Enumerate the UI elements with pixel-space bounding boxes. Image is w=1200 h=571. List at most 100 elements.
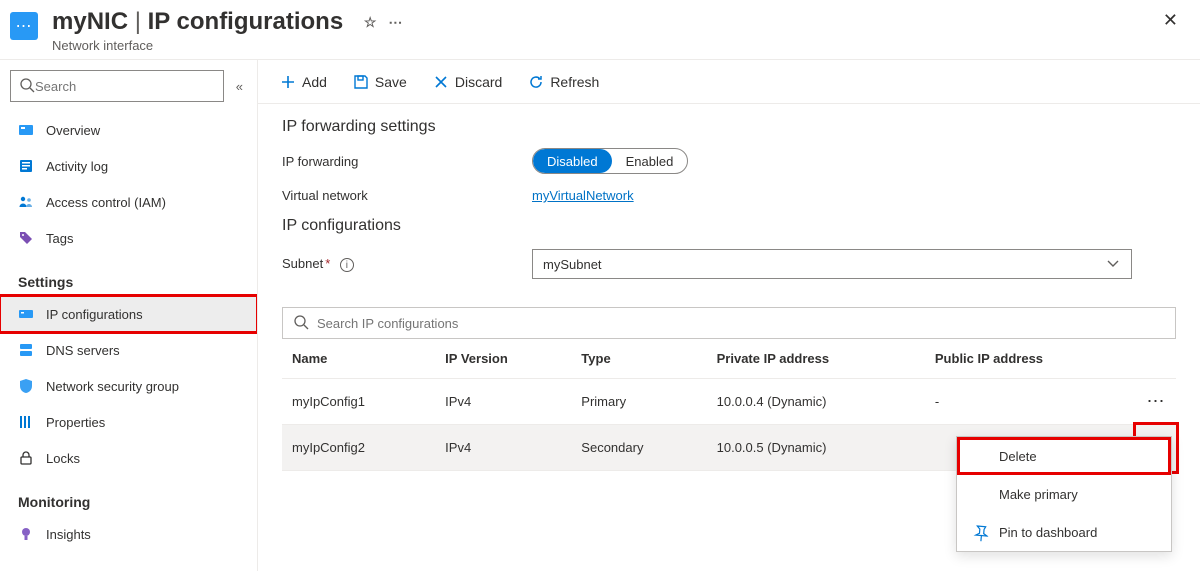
sidebar-nav[interactable]: Overview Activity log Access control (IA… xyxy=(0,112,257,571)
sidebar-item-label: Insights xyxy=(46,527,91,542)
pin-icon xyxy=(973,524,989,540)
context-item-label: Make primary xyxy=(999,487,1078,502)
dns-icon xyxy=(18,342,34,358)
sidebar-item-label: DNS servers xyxy=(46,343,120,358)
more-icon[interactable]: ⋯ xyxy=(388,14,402,31)
subnet-value: mySubnet xyxy=(543,257,602,272)
virtual-network-link[interactable]: myVirtualNetwork xyxy=(532,188,634,203)
page-title: myNIC | IP configurations ☆ ⋯ xyxy=(52,8,402,36)
sidebar-item-activity-log[interactable]: Activity log xyxy=(0,148,257,184)
subnet-dropdown[interactable]: mySubnet xyxy=(532,249,1132,279)
cell-name: myIpConfig2 xyxy=(282,425,435,471)
sidebar-item-insights[interactable]: Insights xyxy=(0,516,257,552)
col-type[interactable]: Type xyxy=(571,339,706,379)
col-private[interactable]: Private IP address xyxy=(707,339,925,379)
resource-name: myNIC xyxy=(52,8,128,35)
close-icon[interactable]: ✕ xyxy=(1159,8,1182,33)
favorite-star-icon[interactable]: ☆ xyxy=(364,14,377,31)
main-pane: Add Save Discard Refresh xyxy=(258,60,1200,571)
sidebar-item-label: Locks xyxy=(46,451,80,466)
sidebar-item-label: IP configurations xyxy=(46,307,143,322)
virtual-network-label: Virtual network xyxy=(282,188,532,203)
row-context-menu: Delete Make primary Pin to dashboard xyxy=(956,436,1172,552)
ip-forwarding-toggle[interactable]: Disabled Enabled xyxy=(532,148,688,174)
sidebar-item-dns-servers[interactable]: DNS servers xyxy=(0,332,257,368)
search-icon xyxy=(19,77,35,96)
sidebar-item-locks[interactable]: Locks xyxy=(0,440,257,476)
search-icon xyxy=(293,314,309,333)
shield-icon xyxy=(18,378,34,394)
sidebar-item-tags[interactable]: Tags xyxy=(0,220,257,256)
plus-icon xyxy=(280,74,296,90)
cell-private: 10.0.0.4 (Dynamic) xyxy=(707,379,925,425)
cell-public: - xyxy=(925,379,1136,425)
ipconfig-search[interactable] xyxy=(282,307,1176,339)
resource-icon: ⋯ xyxy=(10,12,38,40)
cell-version: IPv4 xyxy=(435,379,571,425)
info-icon[interactable]: i xyxy=(340,258,354,272)
subnet-label: Subnet* i xyxy=(282,256,532,273)
collapse-sidebar-icon[interactable]: « xyxy=(232,75,247,98)
button-label: Refresh xyxy=(550,74,599,90)
page-subtitle-heading: IP configurations xyxy=(148,8,344,35)
sidebar-search-input[interactable] xyxy=(35,79,215,94)
ip-configurations-heading: IP configurations xyxy=(282,217,1176,235)
sidebar-item-properties[interactable]: Properties xyxy=(0,404,257,440)
toggle-enabled[interactable]: Enabled xyxy=(612,149,688,173)
sidebar-item-label: Network security group xyxy=(46,379,179,394)
col-public[interactable]: Public IP address xyxy=(925,339,1136,379)
row-more-icon[interactable]: ⋯ xyxy=(1136,379,1176,425)
discard-icon xyxy=(433,74,449,90)
nic-icon xyxy=(18,122,34,138)
insights-icon xyxy=(18,526,34,542)
context-make-primary[interactable]: Make primary xyxy=(957,475,1171,513)
button-label: Save xyxy=(375,74,407,90)
sidebar-item-nsg[interactable]: Network security group xyxy=(0,368,257,404)
resource-type-label: Network interface xyxy=(52,38,402,53)
sidebar-item-access-control[interactable]: Access control (IAM) xyxy=(0,184,257,220)
button-label: Add xyxy=(302,74,327,90)
toggle-disabled[interactable]: Disabled xyxy=(533,149,612,173)
refresh-button[interactable]: Refresh xyxy=(516,68,611,96)
cell-version: IPv4 xyxy=(435,425,571,471)
refresh-icon xyxy=(528,74,544,90)
sidebar: « Overview Activity log Access control (… xyxy=(0,60,258,571)
sidebar-group-settings: Settings xyxy=(0,256,257,296)
cell-type: Primary xyxy=(571,379,706,425)
cell-name: myIpConfig1 xyxy=(282,379,435,425)
sidebar-search[interactable] xyxy=(10,70,224,102)
properties-icon xyxy=(18,414,34,430)
table-row[interactable]: myIpConfig1 IPv4 Primary 10.0.0.4 (Dynam… xyxy=(282,379,1176,425)
cell-private: 10.0.0.5 (Dynamic) xyxy=(707,425,925,471)
col-name[interactable]: Name xyxy=(282,339,435,379)
activity-log-icon xyxy=(18,158,34,174)
sidebar-item-ip-configurations[interactable]: IP configurations xyxy=(0,296,257,332)
context-delete[interactable]: Delete xyxy=(957,437,1171,475)
lock-icon xyxy=(18,450,34,466)
sidebar-group-monitoring: Monitoring xyxy=(0,476,257,516)
button-label: Discard xyxy=(455,74,502,90)
sidebar-item-label: Properties xyxy=(46,415,105,430)
discard-button[interactable]: Discard xyxy=(421,68,514,96)
toolbar: Add Save Discard Refresh xyxy=(258,60,1200,104)
chevron-down-icon xyxy=(1105,255,1121,274)
save-icon xyxy=(353,74,369,90)
ip-forwarding-label: IP forwarding xyxy=(282,154,532,169)
context-item-label: Delete xyxy=(999,449,1037,464)
sidebar-item-label: Access control (IAM) xyxy=(46,195,166,210)
context-pin-to-dashboard[interactable]: Pin to dashboard xyxy=(957,513,1171,551)
ipconfig-icon xyxy=(18,306,34,322)
ip-forwarding-heading: IP forwarding settings xyxy=(282,118,1176,136)
cell-type: Secondary xyxy=(571,425,706,471)
iam-icon xyxy=(18,194,34,210)
sidebar-item-label: Tags xyxy=(46,231,73,246)
add-button[interactable]: Add xyxy=(268,68,339,96)
sidebar-item-overview[interactable]: Overview xyxy=(0,112,257,148)
sidebar-item-label: Overview xyxy=(46,123,100,138)
context-item-label: Pin to dashboard xyxy=(999,525,1097,540)
save-button[interactable]: Save xyxy=(341,68,419,96)
tags-icon xyxy=(18,230,34,246)
col-version[interactable]: IP Version xyxy=(435,339,571,379)
ipconfig-search-input[interactable] xyxy=(317,316,1165,331)
sidebar-item-label: Activity log xyxy=(46,159,108,174)
